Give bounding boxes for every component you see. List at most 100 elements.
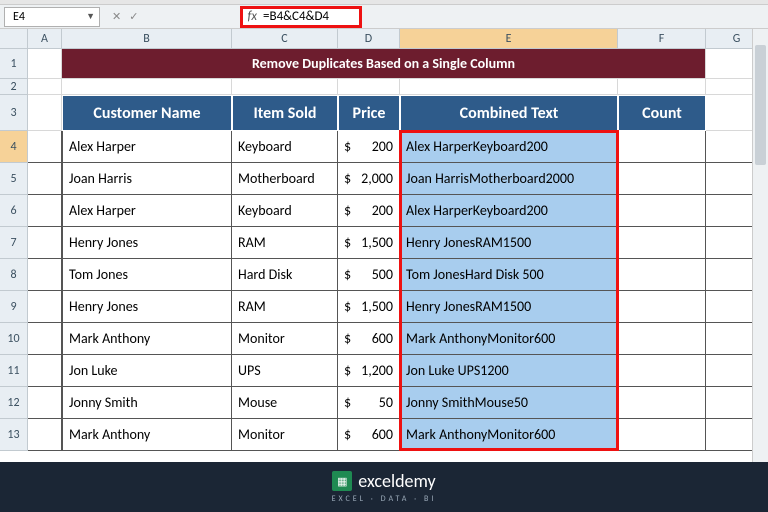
cell-customer[interactable]: Jonny Smith [62, 387, 232, 419]
cell-count[interactable] [618, 227, 706, 259]
cell-customer[interactable]: Jon Luke [62, 355, 232, 387]
fx-icon[interactable]: fx [247, 9, 257, 24]
cell-price[interactable]: $1,500 [338, 227, 400, 259]
cell-combined[interactable]: Jon Luke UPS1200 [400, 355, 618, 387]
cell-combined[interactable]: Henry JonesRAM1500 [400, 227, 618, 259]
row-header[interactable]: 10 [0, 323, 28, 355]
cell-combined[interactable]: Tom JonesHard Disk 500 [400, 259, 618, 291]
cell-count[interactable] [618, 387, 706, 419]
chevron-down-icon[interactable]: ▼ [86, 11, 95, 22]
col-header-F[interactable]: F [618, 29, 706, 49]
cell-count[interactable] [618, 163, 706, 195]
cell-price[interactable]: $2,000 [338, 163, 400, 195]
cell-customer[interactable]: Henry Jones [62, 291, 232, 323]
cell-combined[interactable]: Joan HarrisMotherboard2000 [400, 163, 618, 195]
select-all-cell[interactable] [0, 29, 28, 49]
table-row: 6 Alex HarperKeyboard$200Alex HarperKeybo… [0, 195, 768, 227]
cell-item[interactable]: Keyboard [232, 131, 338, 163]
cell-combined[interactable]: Alex HarperKeyboard200 [400, 195, 618, 227]
cell-A[interactable] [28, 355, 62, 387]
cell-count[interactable] [618, 323, 706, 355]
cell-item[interactable]: Motherboard [232, 163, 338, 195]
cell-price[interactable]: $600 [338, 419, 400, 451]
cell-A1[interactable] [28, 49, 62, 79]
cell-count[interactable] [618, 259, 706, 291]
col-header-B[interactable]: B [62, 29, 232, 49]
cell-customer[interactable]: Alex Harper [62, 195, 232, 227]
row-header[interactable]: 12 [0, 387, 28, 419]
row-header[interactable]: 9 [0, 291, 28, 323]
cell-item[interactable]: UPS [232, 355, 338, 387]
cell-customer[interactable]: Mark Anthony [62, 419, 232, 451]
vertical-scrollbar[interactable] [752, 29, 768, 462]
cell-combined[interactable]: Mark AnthonyMonitor600 [400, 419, 618, 451]
cell-count[interactable] [618, 195, 706, 227]
cell-price[interactable]: $500 [338, 259, 400, 291]
formula-bar: E4 ▼ ✕ ✓ fx =B4&C4&D4 [0, 5, 768, 29]
col-header-D[interactable]: D [338, 29, 400, 49]
cell-item[interactable]: Monitor [232, 419, 338, 451]
cell-combined[interactable]: Mark AnthonyMonitor600 [400, 323, 618, 355]
cell-price[interactable]: $200 [338, 195, 400, 227]
col-header-E[interactable]: E [400, 29, 618, 49]
name-box[interactable]: E4 ▼ [4, 7, 100, 27]
cell-price[interactable]: $600 [338, 323, 400, 355]
cell-customer[interactable]: Tom Jones [62, 259, 232, 291]
cell-item[interactable]: RAM [232, 291, 338, 323]
cancel-icon[interactable]: ✕ [112, 10, 121, 23]
cell-item[interactable]: RAM [232, 227, 338, 259]
cell-A[interactable] [28, 291, 62, 323]
th-combined[interactable]: Combined Text [400, 95, 618, 131]
col-header-A[interactable]: A [28, 29, 62, 49]
row-header-3[interactable]: 3 [0, 95, 28, 131]
cell-A[interactable] [28, 227, 62, 259]
cell-item[interactable]: Monitor [232, 323, 338, 355]
th-count[interactable]: Count [618, 95, 706, 131]
cell-A[interactable] [28, 131, 62, 163]
cell-price[interactable]: $200 [338, 131, 400, 163]
cell-customer[interactable]: Henry Jones [62, 227, 232, 259]
cell-customer[interactable]: Mark Anthony [62, 323, 232, 355]
cell-A[interactable] [28, 259, 62, 291]
cell-combined[interactable]: Alex HarperKeyboard200 [400, 131, 618, 163]
cell-item[interactable]: Mouse [232, 387, 338, 419]
cell-count[interactable] [618, 291, 706, 323]
cell-A[interactable] [28, 387, 62, 419]
cell-A[interactable] [28, 195, 62, 227]
cell-item[interactable]: Hard Disk [232, 259, 338, 291]
row-header[interactable]: 11 [0, 355, 28, 387]
formula-input[interactable]: =B4&C4&D4 [263, 9, 353, 24]
cell-A[interactable] [28, 323, 62, 355]
row-header[interactable]: 13 [0, 419, 28, 451]
spreadsheet-grid[interactable]: A B C D E F G 1 Remove Duplicates Based … [0, 29, 768, 451]
logo-icon: ▦ [332, 471, 352, 491]
cell-A[interactable] [28, 163, 62, 195]
cell-count[interactable] [618, 131, 706, 163]
cell-count[interactable] [618, 419, 706, 451]
sheet-title[interactable]: Remove Duplicates Based on a Single Colu… [62, 49, 706, 79]
cell-price[interactable]: $50 [338, 387, 400, 419]
cell-price[interactable]: $1,200 [338, 355, 400, 387]
cell-customer[interactable]: Joan Harris [62, 163, 232, 195]
row-header-2[interactable]: 2 [0, 79, 28, 95]
table-row: 12 Jonny SmithMouse$50Jonny SmithMouse50 [0, 387, 768, 419]
enter-icon[interactable]: ✓ [129, 10, 138, 23]
cell-price[interactable]: $1,500 [338, 291, 400, 323]
cell-A[interactable] [28, 419, 62, 451]
th-price[interactable]: Price [338, 95, 400, 131]
row-header[interactable]: 7 [0, 227, 28, 259]
cell-customer[interactable]: Alex Harper [62, 131, 232, 163]
th-item[interactable]: Item Sold [232, 95, 338, 131]
table-row: 8 Tom JonesHard Disk$500Tom JonesHard Dis… [0, 259, 768, 291]
col-header-C[interactable]: C [232, 29, 338, 49]
cell-combined[interactable]: Henry JonesRAM1500 [400, 291, 618, 323]
row-header-1[interactable]: 1 [0, 49, 28, 79]
row-header[interactable]: 8 [0, 259, 28, 291]
row-header[interactable]: 6 [0, 195, 28, 227]
cell-combined[interactable]: Jonny SmithMouse50 [400, 387, 618, 419]
cell-count[interactable] [618, 355, 706, 387]
row-header[interactable]: 4 [0, 131, 28, 163]
cell-item[interactable]: Keyboard [232, 195, 338, 227]
th-customer[interactable]: Customer Name [62, 95, 232, 131]
row-header[interactable]: 5 [0, 163, 28, 195]
